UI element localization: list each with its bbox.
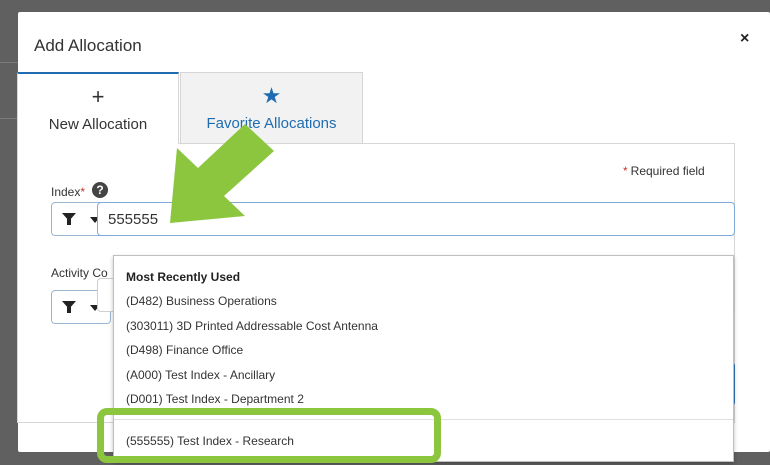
star-icon: ★ (261, 83, 282, 108)
filter-icon-stem (67, 219, 71, 225)
list-item[interactable]: (A000) Test Index - Ancillary (126, 368, 275, 382)
help-icon[interactable]: ? (92, 182, 108, 198)
arrow-shape (170, 124, 274, 223)
list-item[interactable]: (303011) 3D Printed Addressable Cost Ant… (126, 319, 378, 333)
plus-icon: + (91, 84, 105, 109)
filter-icon-stem (67, 307, 71, 313)
modal-title: Add Allocation (34, 36, 142, 55)
required-marker: * (80, 185, 86, 199)
backdrop-line (0, 62, 18, 63)
list-item[interactable]: (D498) Finance Office (126, 343, 243, 357)
annotation-highlight-box (97, 408, 441, 463)
list-item[interactable]: (D482) Business Operations (126, 294, 277, 308)
list-item[interactable]: (D001) Test Index - Department 2 (126, 392, 304, 406)
backdrop-line (0, 118, 18, 119)
index-label: Index* (51, 185, 85, 199)
dropdown-heading: Most Recently Used (126, 270, 241, 284)
index-label-text: Index (51, 185, 81, 199)
required-marker: * (623, 164, 628, 178)
required-field-note: * Required field (623, 164, 705, 178)
required-note-text: Required field (630, 164, 705, 178)
close-icon[interactable]: × (740, 30, 749, 48)
annotation-arrow-icon (170, 124, 274, 223)
